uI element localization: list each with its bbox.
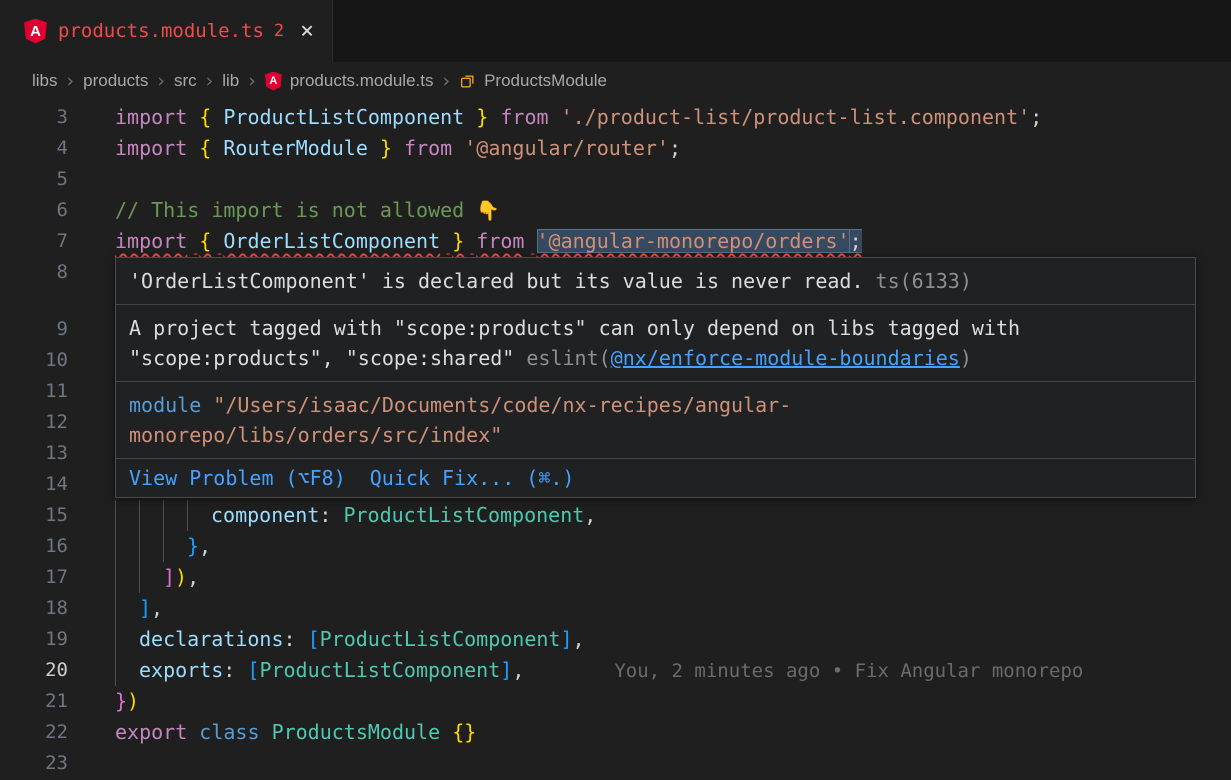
angular-icon — [24, 19, 47, 44]
eslint-source-suffix: ) — [960, 346, 972, 370]
line-number[interactable]: 20 — [0, 655, 115, 686]
line-number[interactable]: 19 — [0, 624, 115, 655]
tab-title: products.module.ts — [58, 20, 264, 42]
line-number[interactable]: 15 — [0, 500, 115, 531]
code-content: import { OrderListComponent } from '@ang… — [115, 226, 862, 257]
module-path-info: module "/Users/isaac/Documents/code/nx-r… — [116, 382, 1195, 458]
breadcrumb-label: products.module.ts — [290, 71, 434, 91]
breadcrumb-item-products-module-symbol[interactable]: ProductsModule — [459, 71, 607, 91]
eslint-source-prefix: eslint( — [526, 346, 610, 370]
breadcrumb-item-libs[interactable]: libs — [32, 71, 58, 91]
line-number[interactable]: 6 — [0, 195, 115, 226]
diagnostic-ts-message: 'OrderListComponent' is declared but its… — [116, 258, 1195, 304]
code-content: import { RouterModule } from '@angular/r… — [115, 133, 681, 164]
code-content: exports: [ProductListComponent],You, 2 m… — [115, 655, 1083, 686]
close-icon[interactable]: × — [300, 20, 314, 43]
breadcrumb: libs › products › src › lib › products.m… — [0, 62, 1231, 100]
code-content: }, — [115, 531, 211, 562]
code-line-23[interactable]: 23 — [0, 748, 1231, 779]
line-number[interactable]: 14 — [0, 469, 115, 500]
code-content: export class ProductsModule {} — [115, 717, 476, 748]
line-number[interactable]: 7 — [0, 226, 115, 257]
code-line-5[interactable]: 5 — [0, 164, 1231, 195]
line-number[interactable]: 17 — [0, 562, 115, 593]
line-number[interactable]: 21 — [0, 686, 115, 717]
diagnostic-eslint-message: A project tagged with "scope:products" c… — [116, 305, 1195, 381]
code-content: declarations: [ProductListComponent], — [115, 624, 585, 655]
breadcrumb-item-src[interactable]: src — [174, 71, 197, 91]
line-number[interactable]: 16 — [0, 531, 115, 562]
line-number[interactable]: 10 — [0, 345, 115, 376]
code-line-6[interactable]: 6// This import is not allowed 👇 — [0, 195, 1231, 226]
hover-status-bar: View Problem (⌥F8) Quick Fix... (⌘.) — [116, 459, 1195, 497]
code-content: ], — [115, 593, 163, 624]
code-line-22[interactable]: 22export class ProductsModule {} — [0, 717, 1231, 748]
ts-message-text: 'OrderListComponent' is declared but its… — [129, 269, 864, 293]
code-line-7[interactable]: 7import { OrderListComponent } from '@an… — [0, 226, 1231, 257]
chevron-right-icon: › — [148, 70, 174, 92]
vscode-window: products.module.ts 2 × libs › products ›… — [0, 0, 1231, 780]
line-number[interactable]: 11 — [0, 376, 115, 407]
breadcrumb-item-lib[interactable]: lib — [222, 71, 239, 91]
breadcrumb-label: libs — [32, 71, 58, 91]
code-line-19[interactable]: 19declarations: [ProductListComponent], — [0, 624, 1231, 655]
line-number[interactable]: 3 — [0, 102, 115, 133]
view-problem-action[interactable]: View Problem (⌥F8) — [129, 464, 346, 492]
breadcrumb-item-products[interactable]: products — [83, 71, 148, 91]
line-number[interactable]: 4 — [0, 133, 115, 164]
code-content: // This import is not allowed 👇 — [115, 195, 500, 226]
chevron-right-icon: › — [58, 70, 84, 92]
code-content: import { ProductListComponent } from './… — [115, 102, 1042, 133]
module-path-line2: monorepo/libs/orders/src/index" — [129, 423, 502, 447]
line-number[interactable]: 23 — [0, 748, 115, 779]
error-squiggle-range: import { OrderListComponent } from '@ang… — [115, 229, 862, 253]
tab-problem-count-badge: 2 — [274, 21, 284, 41]
chevron-right-icon: › — [197, 70, 223, 92]
code-line-18[interactable]: 18], — [0, 593, 1231, 624]
breadcrumb-label: products — [83, 71, 148, 91]
tab-bar: products.module.ts 2 × — [0, 0, 1231, 62]
angular-icon — [265, 72, 282, 91]
module-keyword: module — [129, 393, 201, 417]
code-content: }) — [115, 686, 139, 717]
code-line-20[interactable]: 20exports: [ProductListComponent],You, 2… — [0, 655, 1231, 686]
ts-source-code: ts(6133) — [864, 269, 972, 293]
code-content: component: ProductListComponent, — [115, 500, 596, 531]
eslint-message-line2: "scope:products", "scope:shared" — [129, 346, 526, 370]
code-line-17[interactable]: 17]), — [0, 562, 1231, 593]
eslint-message-line1: A project tagged with "scope:products" c… — [129, 316, 1020, 340]
breadcrumb-label: src — [174, 71, 197, 91]
editor[interactable]: 3import { ProductListComponent } from '.… — [0, 100, 1231, 780]
breadcrumb-item-file[interactable]: products.module.ts — [265, 71, 434, 91]
code-line-4[interactable]: 4import { RouterModule } from '@angular/… — [0, 133, 1231, 164]
code-line-21[interactable]: 21}) — [0, 686, 1231, 717]
git-blame-annotation: You, 2 minutes ago • Fix Angular monorep… — [614, 660, 1083, 682]
symbol-class-icon — [459, 73, 476, 90]
tab-products-module-ts[interactable]: products.module.ts 2 × — [0, 0, 333, 62]
line-number[interactable]: 8 — [0, 257, 115, 288]
module-path-line1: "/Users/isaac/Documents/code/nx-recipes/… — [201, 393, 791, 417]
code-content: ]), — [115, 562, 199, 593]
line-number[interactable]: 18 — [0, 593, 115, 624]
chevron-right-icon: › — [239, 70, 265, 92]
code-line-16[interactable]: 16}, — [0, 531, 1231, 562]
chevron-right-icon: › — [433, 70, 459, 92]
line-number[interactable]: 12 — [0, 407, 115, 438]
code-line-3[interactable]: 3import { ProductListComponent } from '.… — [0, 102, 1231, 133]
line-number[interactable]: 5 — [0, 164, 115, 195]
breadcrumb-label: lib — [222, 71, 239, 91]
hover-diagnostics-widget: 'OrderListComponent' is declared but its… — [115, 257, 1196, 498]
line-number[interactable]: 9 — [0, 314, 115, 345]
eslint-rule-link[interactable]: @nx/enforce-module-boundaries — [611, 346, 960, 370]
line-number[interactable]: 22 — [0, 717, 115, 748]
line-number[interactable]: 13 — [0, 438, 115, 469]
quick-fix-action[interactable]: Quick Fix... (⌘.) — [370, 464, 575, 492]
breadcrumb-label: ProductsModule — [484, 71, 607, 91]
code-line-15[interactable]: 15component: ProductListComponent, — [0, 500, 1231, 531]
